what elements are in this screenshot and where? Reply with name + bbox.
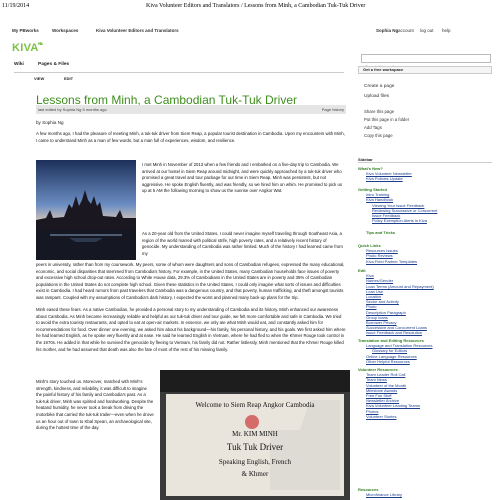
add-tags-link[interactable]: Add Tags [364,124,409,132]
create-page-link[interactable]: Create a page [364,82,409,92]
tips-and-tricks-link[interactable]: Tips and Tricks [358,230,395,235]
sidebar-link[interactable]: Issue Feedback and Resolution [358,330,434,335]
sidebar-section-whats-new: What's New? Kiva Volunteer Newsletter Ki… [358,166,412,182]
sign-line-5: & Khmer [242,470,269,478]
paragraph-3-text: Minh eased these fears. As a native Camb… [36,307,346,352]
sidebar-link[interactable]: Policy Exemption Alerts in Kiva [358,218,437,223]
account-link[interactable]: account [398,28,414,33]
copy-page-link[interactable]: Copy this page [364,132,409,140]
sidebar-section-translation: Translation and Editing Resources Langua… [358,338,433,364]
tab-pages-files[interactable]: Pages & Files [38,62,69,67]
sidebar-section-quick-links: Quick Links Resources Issues Photo Revie… [358,243,417,264]
paragraph-4-text: Minh's story touched us. Moreover, match… [36,379,154,431]
help-link[interactable]: help [442,28,451,33]
sidebar-section-resources: Resources Microfinance Library [358,487,402,497]
get-free-workspace[interactable]: Get a free workspace [358,66,492,74]
last-edited-text: last edited by Sophia Ng 5 months ago [38,107,107,112]
page-actions: Create a page Upload files Share this pa… [364,82,409,140]
sign-line-1: Welcome to Siem Reap Angkor Cambodia [196,401,316,409]
page-history-link[interactable]: Page history [322,107,344,112]
search-box[interactable] [361,54,491,70]
paragraph-1: I met Minh in November of 2013 when a fe… [142,162,346,195]
angkor-wat-photo [36,160,136,260]
tab-view[interactable]: VIEW [34,76,44,81]
sidebar-link[interactable]: Microfinance Library [358,492,402,497]
paragraph-1-text: I met Minh in November of 2013 when a fe… [142,162,342,194]
print-date: 11/19/2014 [2,3,30,9]
paragraph-2a-text: As a 20-year old from the United States,… [142,231,343,256]
sidebar-section-volunteer: Volunteer Resources Team Leader Roll Cal… [358,367,420,419]
page-info-bar: last edited by Sophia Ng 5 months ago Pa… [36,105,346,114]
my-pbworks-link[interactable]: My PBworks [12,28,39,33]
tab-edit[interactable]: EDIT [64,76,73,81]
sign-line-4: Speaking English, French [219,458,292,466]
intro-text: A few months ago, I had the pleasure of … [36,131,345,143]
sidebar-link[interactable]: Kiva Policies Update [358,176,412,181]
paragraph-2b: peers in university, rather than from my… [36,262,346,302]
log-out-link[interactable]: log out [420,28,434,33]
sidebar-link[interactable]: Kiva Volunteer Leading Teams [358,403,420,408]
paragraph-2a: As a 20-year old from the United States,… [142,231,346,257]
user-name-link[interactable]: Sophia Ng [376,28,398,33]
tab-divider [14,72,344,73]
tuk-tuk-sign-photo: Welcome to Siem Reap Angkor Cambodia Mr.… [160,370,350,500]
sidebar-link[interactable]: Volunteer Stories [358,414,420,419]
leaf-icon: ❧ [37,41,44,48]
sidebar-link[interactable]: Other Helpful Resources [358,359,433,364]
paragraph-2b-text: peers in university, rather than from my… [36,262,345,300]
paragraph-4: Minh's story touched us. Moreover, match… [36,379,154,432]
intro-paragraph: A few months ago, I had the pleasure of … [36,131,346,144]
tab-wiki[interactable]: Wiki [14,62,24,67]
sidebar-section-tips: Tips and Tricks [358,230,395,235]
print-page-title: Kiva Volunteer Editors and Translators /… [146,3,366,9]
workspace-name-link[interactable]: Kiva Volunteer Editors and Translators [96,28,179,33]
upload-files-link[interactable]: Upload files [364,92,409,102]
workspaces-link[interactable]: Workspaces [52,28,78,33]
kiva-logo[interactable]: KIVA❧ [12,41,45,54]
sign-line-3: Tuk Tuk Driver [227,442,283,452]
put-in-folder-link[interactable]: Put this page in a folder [364,116,409,124]
top-navigation: My PBworks Workspaces Kiva Volunteer Edi… [0,26,500,36]
byline: by Sophia Ng [36,120,64,125]
logo-text: KIVA [12,42,39,54]
sidebar-section-edit: Edit Kiva Names/Gender Loan Terms (Amoun… [358,268,434,336]
share-page-link[interactable]: Share this page [364,108,409,116]
sidebar-divider [358,162,492,163]
print-header: 11/19/2014 Kiva Volunteer Editors and Tr… [0,0,500,18]
sidebar-link[interactable]: Kiva Field Partner Templates [358,259,417,264]
paragraph-3: Minh eased these fears. As a native Camb… [36,307,346,353]
sign-line-2: Mr. KIM MINH [232,430,278,438]
sidebar-section-getting-started: Getting Started Intro Training Kiva Hand… [358,187,437,223]
